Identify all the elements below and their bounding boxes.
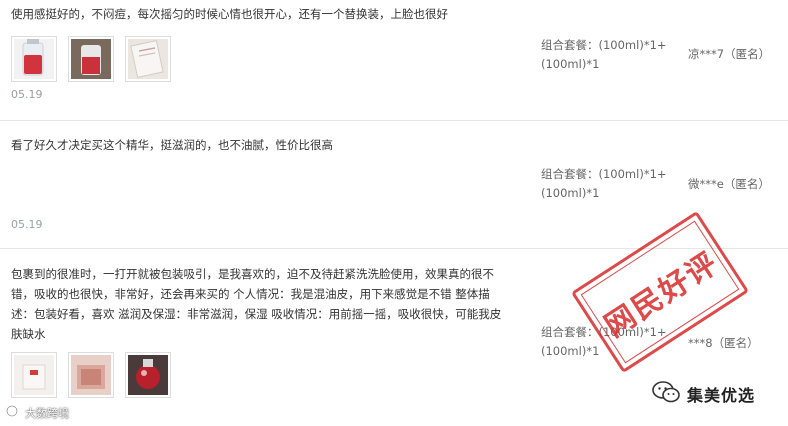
- review-sku: 组合套餐：(100ml)*1+(100ml)*1: [541, 167, 667, 200]
- review-content: 看了好久才决定买这个精华，挺滋润的，也不油腻，性价比很高: [11, 138, 333, 152]
- wechat-icon: [651, 380, 681, 408]
- review-content: 使用感挺好的，不闷痘，每次摇匀的时候心情也很开心，还有一个替换装，上脸也很好: [11, 7, 448, 21]
- review-photo-thumbnail[interactable]: [68, 352, 114, 398]
- review-photo-thumbnail[interactable]: [125, 36, 171, 82]
- review-photo-thumbnail[interactable]: [11, 352, 57, 398]
- review-photos: [11, 36, 171, 82]
- review-photo-thumbnail[interactable]: [11, 36, 57, 82]
- review-photo-thumbnail[interactable]: [125, 352, 171, 398]
- wechat-account-name: 集美优选: [687, 386, 756, 405]
- wechat-watermark: 集美优选: [651, 380, 755, 408]
- review-username: ***8（匿名）: [688, 336, 759, 350]
- review-photo-thumbnail[interactable]: [68, 36, 114, 82]
- review-content: 包裹到的很准时，一打开就被包装吸引，是我喜欢的，迫不及待赶紧洗洗脸使用，效果真的…: [11, 267, 502, 341]
- review-date: 05.19: [11, 218, 43, 231]
- review-username: 微***e（匿名）: [688, 177, 770, 191]
- corner-watermark-text: 大数跨境: [25, 406, 69, 420]
- corner-watermark: 大数跨境: [6, 403, 69, 422]
- review-sku: 组合套餐：(100ml)*1+(100ml)*1: [541, 38, 667, 71]
- review-username: 凉***7（匿名）: [688, 47, 771, 61]
- review-date: 05.19: [11, 88, 43, 101]
- logo-icon: [6, 403, 22, 422]
- review-item: 使用感挺好的，不闷痘，每次摇匀的时候心情也很开心，还有一个替换装，上脸也很好 0…: [0, 0, 788, 121]
- review-photos: [11, 352, 171, 398]
